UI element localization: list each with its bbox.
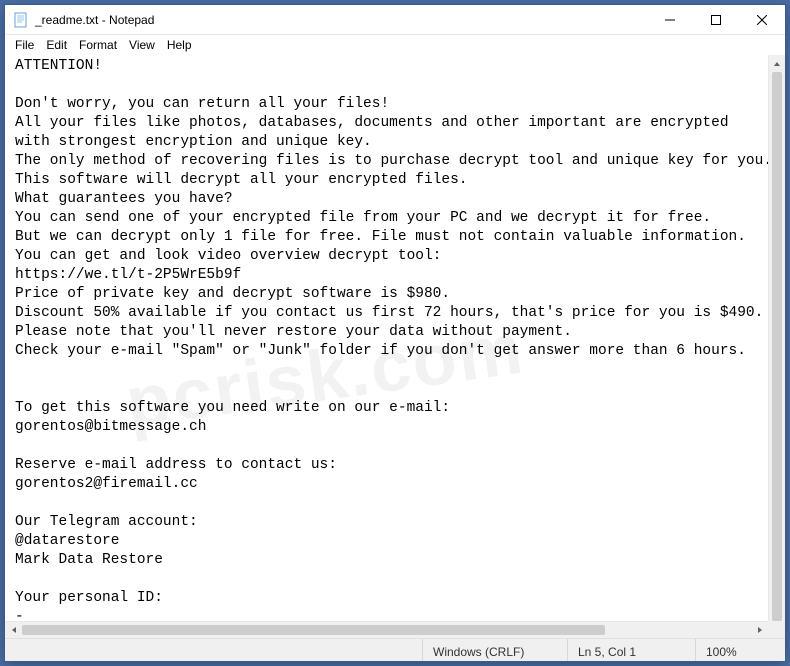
status-zoom: 100% [695,639,785,661]
horizontal-scroll-thumb[interactable] [22,625,605,635]
horizontal-scrollbar[interactable] [5,621,768,638]
status-encoding: Windows (CRLF) [422,639,567,661]
close-button[interactable] [739,5,785,35]
vertical-scrollbar[interactable] [768,55,785,638]
maximize-button[interactable] [693,5,739,35]
notepad-app-icon [13,12,29,28]
vertical-scroll-thumb[interactable] [772,72,782,621]
text-editor[interactable]: ATTENTION! Don't worry, you can return a… [5,55,785,638]
scroll-up-icon[interactable] [769,55,785,72]
menu-file[interactable]: File [9,36,40,54]
menubar: File Edit Format View Help [5,35,785,55]
scrollbar-corner [768,621,785,638]
menu-view[interactable]: View [123,36,161,54]
menu-edit[interactable]: Edit [40,36,73,54]
statusbar: Windows (CRLF) Ln 5, Col 1 100% [5,638,785,661]
scroll-right-icon[interactable] [751,622,768,638]
notepad-window: _readme.txt - Notepad File Edit Format V… [4,4,786,662]
content-area: pcrisk.com ATTENTION! Don't worry, you c… [5,55,785,638]
scroll-left-icon[interactable] [5,622,22,638]
window-title: _readme.txt - Notepad [35,13,154,27]
titlebar[interactable]: _readme.txt - Notepad [5,5,785,35]
menu-help[interactable]: Help [161,36,198,54]
minimize-button[interactable] [647,5,693,35]
menu-format[interactable]: Format [73,36,123,54]
status-position: Ln 5, Col 1 [567,639,695,661]
